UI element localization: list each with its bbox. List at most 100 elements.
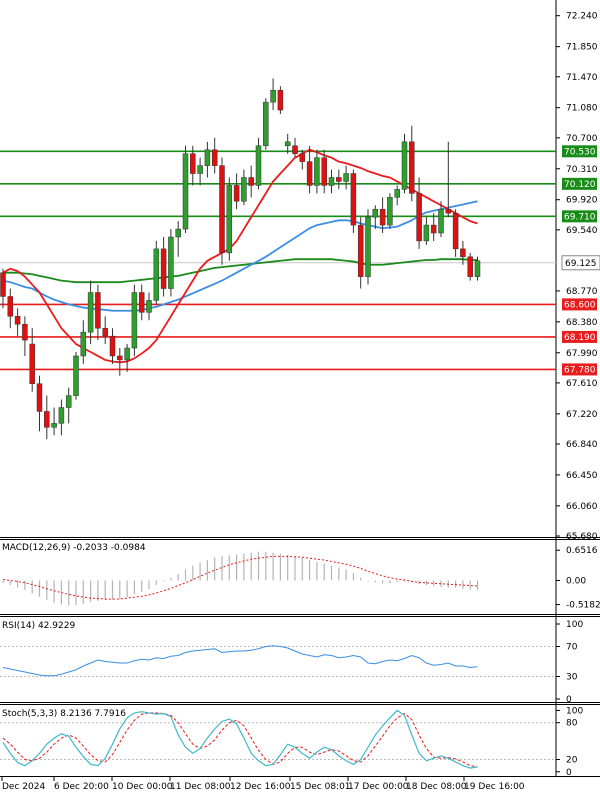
candle-body — [109, 335, 116, 357]
price-tick-label: 71.470 — [566, 73, 598, 83]
price-tick-label: 65.680 — [566, 532, 598, 542]
candle-body — [438, 208, 444, 234]
candle-body — [321, 157, 327, 186]
candle-body — [87, 292, 94, 333]
candle-body — [387, 197, 393, 226]
candle-body — [7, 296, 14, 317]
candle-body — [350, 173, 357, 226]
candle-body — [416, 193, 422, 242]
candle-body — [219, 165, 225, 254]
rsi-tick-label: 0 — [566, 695, 572, 705]
candle-body — [306, 161, 313, 186]
candle-body — [146, 300, 152, 313]
price-tick-label: 68.770 — [566, 287, 598, 297]
candle-body — [95, 292, 101, 329]
price-tick-label: 66.450 — [566, 471, 598, 481]
stoch-tick-label: 80 — [566, 719, 578, 729]
candle-body — [14, 316, 21, 325]
candle-body — [474, 260, 481, 277]
candle-body — [211, 149, 218, 166]
macd-tick-label: 0.6516 — [566, 546, 598, 556]
time-tick-label: Dec 2024 — [2, 782, 45, 792]
candle-body — [80, 331, 87, 357]
candle-body — [430, 224, 437, 234]
candle-body — [36, 383, 43, 412]
rsi-tick-label: 70 — [566, 643, 578, 653]
candle-body — [124, 347, 130, 361]
support-red-level-label: 68.600 — [564, 300, 596, 310]
candle-body — [314, 157, 320, 186]
candle-body — [168, 236, 174, 289]
candle-body — [241, 177, 247, 202]
price-tick-label: 66.840 — [566, 440, 598, 450]
candle-body — [190, 153, 196, 174]
price-tick-label: 68.380 — [566, 318, 598, 328]
candle-body — [204, 149, 211, 166]
candle-body — [328, 177, 335, 186]
candle-body — [343, 173, 349, 182]
trading-chart: 72.240 71.850 71.470 71.080 70.700 70.310 69.9… — [0, 0, 600, 792]
price-tick-label: 67.220 — [566, 410, 598, 420]
support-red-level-label: 67.780 — [564, 365, 596, 375]
macd-tick-label: 0.00 — [566, 576, 586, 586]
macd-tick-label: -0.5182 — [566, 601, 600, 611]
candle-body — [197, 165, 203, 174]
macd-title: MACD(12,26,9) -0.2033 -0.0984 — [2, 543, 146, 553]
rsi-tick-label: 100 — [566, 620, 583, 630]
candle-body — [102, 327, 108, 337]
time-axis: Dec 2024 6 Dec 20:00 10 Dec 00:0011 Dec 08… — [1, 777, 525, 792]
candle-body — [233, 185, 240, 202]
candle-body — [73, 355, 79, 396]
time-tick-label: 17 Dec 00:00 — [348, 782, 409, 792]
candle-body — [445, 208, 452, 214]
time-tick-label: 6 Dec 20:00 — [54, 782, 109, 792]
candle-body — [58, 407, 65, 424]
candle-body — [22, 323, 28, 341]
candle-body — [117, 355, 123, 361]
price-tick-label: 71.850 — [566, 43, 598, 53]
current-price-label: 69.125 — [565, 259, 597, 269]
candle-body — [175, 228, 181, 238]
support-green-level-label: 70.120 — [564, 180, 596, 190]
candle-body — [452, 212, 459, 250]
stoch-tick-label: 100 — [566, 706, 583, 716]
candle-body — [365, 216, 371, 277]
candle-body — [131, 292, 138, 349]
price-tick-label: 69.920 — [566, 196, 598, 206]
price-tick-label: 71.080 — [566, 104, 598, 114]
candle-body — [248, 177, 254, 186]
candle-body — [65, 395, 72, 408]
candle-body — [255, 145, 262, 186]
macd-panel: 0.6516 0.00 -0.5182 — [2, 546, 600, 611]
price-tick-label: 70.310 — [566, 165, 598, 175]
candle-body — [284, 141, 291, 147]
candle-body — [379, 208, 386, 226]
price-tick-label: 72.240 — [566, 12, 598, 22]
candle-body — [357, 224, 364, 277]
time-tick-label: 11 Dec 08:00 — [170, 782, 231, 792]
rsi-title: RSI(14) 42.9229 — [2, 621, 75, 631]
candle-body — [336, 177, 342, 182]
price-tick-label: 69.540 — [566, 226, 598, 236]
price-tick-label: 70.700 — [566, 134, 598, 144]
rsi-line — [2, 645, 478, 677]
time-tick-label: 19 Dec 16:00 — [464, 782, 525, 792]
price-tick-label: 66.060 — [566, 502, 598, 512]
candle-body — [467, 256, 473, 277]
stoch-tick-label: 0 — [566, 768, 572, 778]
support-green-level-label: 70.530 — [564, 147, 596, 157]
candle-body — [160, 248, 167, 289]
candle-body — [401, 141, 408, 190]
candle-body — [277, 89, 284, 111]
candle-body — [270, 89, 276, 103]
rsi-tick-label: 30 — [566, 673, 578, 683]
candle-body — [299, 153, 306, 162]
candle-body — [138, 292, 145, 313]
candle-body — [263, 101, 269, 147]
support-green-level-label: 69.710 — [564, 212, 596, 222]
candle-body — [292, 145, 298, 154]
price-tick-label: 67.990 — [566, 349, 598, 359]
candle-body — [0, 272, 6, 297]
stoch-tick-label: 20 — [566, 756, 578, 766]
time-tick-label: 12 Dec 16:00 — [230, 782, 291, 792]
